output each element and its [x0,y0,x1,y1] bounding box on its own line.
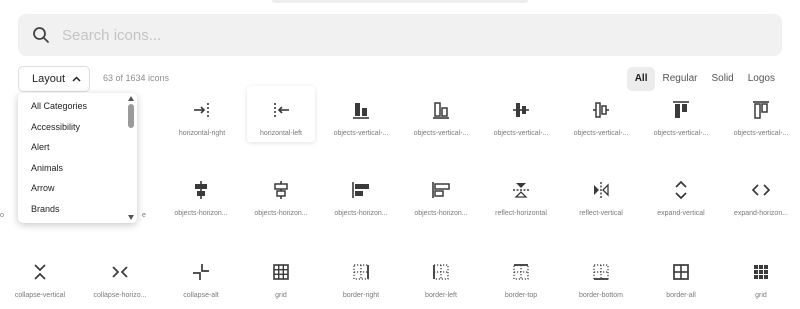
icon-label: objects-horizon... [254,210,308,217]
icon-card[interactable]: border-bottom [561,260,641,309]
collapse-vertical-icon [28,260,52,284]
icon-card[interactable]: horizontal-right [162,98,242,162]
icon-card[interactable]: expand-vertical [641,178,721,242]
icon-label: horizontal-left [259,130,303,137]
icon-card[interactable]: border-left [401,260,481,309]
icon-card[interactable]: objects-horizon... [161,178,241,242]
icon-card[interactable]: objects-horizon... [241,178,321,242]
icon-card[interactable]: objects-horizon... [401,178,481,242]
category-option-animals[interactable]: Animals [18,158,137,179]
icon-card[interactable]: grid [241,260,321,309]
icon-label: reflect-horizontal [495,210,547,217]
objects-horizontal-left-outline-icon [429,178,453,202]
peek-label-left2: e [142,212,146,219]
scroll-down-arrow-icon[interactable] [128,215,134,220]
border-top-icon [509,260,533,284]
icon-card[interactable]: collapse-horizo... [80,260,160,309]
peek-label-left: o [0,212,4,219]
category-option-arrow[interactable]: Arrow [18,178,137,199]
border-left-icon [429,260,453,284]
icon-label: objects-vertical-... [333,130,389,137]
collapse-alt-icon [189,260,213,284]
icon-label: objects-horizon... [334,210,388,217]
objects-vertical-bottom-icon [349,98,373,122]
icon-label: reflect-vertical [579,210,623,217]
icon-card[interactable]: objects-horizon... [321,178,401,242]
icon-card[interactable]: expand-horizon... [721,178,800,242]
icon-card[interactable]: reflect-horizontal [481,178,561,242]
icon-card[interactable]: horizontal-left [241,86,321,162]
objects-vertical-top-outline-icon [749,98,773,122]
scroll-thumb[interactable] [128,104,134,128]
icon-card[interactable]: objects-vertical-... [641,98,721,162]
icon-label: border-top [504,292,538,299]
icon-label: collapse-horizo... [93,292,147,299]
icon-label: border-left [425,292,457,299]
icon-label: expand-vertical [657,210,705,217]
border-bottom-icon [589,260,613,284]
icon-card[interactable]: collapse-vertical [0,260,80,309]
horizontal-left-icon [269,98,293,122]
icon-card[interactable]: border-right [321,260,401,309]
icon-label: objects-horizon... [174,210,228,217]
reflect-horizontal-icon [509,178,533,202]
icon-label: grid [755,292,767,299]
icon-label: border-all [666,292,696,299]
icon-card[interactable]: border-top [481,260,561,309]
collapse-horizontal-icon [108,260,132,284]
objects-vertical-top-icon [669,98,693,122]
icon-label: objects-vertical-... [573,130,629,137]
icon-label: objects-vertical-... [413,130,469,137]
icon-card[interactable]: objects-vertical-... [401,98,481,162]
icon-card[interactable]: objects-vertical-... [561,98,641,162]
objects-vertical-center-icon [509,98,533,122]
objects-vertical-center-outline-icon [589,98,613,122]
icon-card[interactable]: grid [721,260,800,309]
icon-label: objects-vertical-... [733,130,789,137]
icon-label: collapse-alt [183,292,219,299]
icon-label: objects-horizon... [414,210,468,217]
icon-card[interactable]: collapse-alt [161,260,241,309]
icon-label: expand-horizon... [733,210,789,217]
icon-card[interactable]: objects-vertical-... [481,98,561,162]
icon-label: grid [275,292,287,299]
icon-label: border-bottom [579,292,623,299]
category-dropdown-menu: All Categories Accessibility Alert Anima… [18,93,137,223]
horizontal-right-icon [190,98,214,122]
icon-label: objects-vertical-... [653,130,709,137]
category-option-all[interactable]: All Categories [18,96,137,117]
grid-icon [269,260,293,284]
scroll-up-arrow-icon[interactable] [128,96,134,101]
expand-horizontal-icon [749,178,773,202]
expand-vertical-icon [669,178,693,202]
icon-card[interactable]: reflect-vertical [561,178,641,242]
objects-horizontal-center-outline-icon [269,178,293,202]
category-option-brands[interactable]: Brands [18,199,137,220]
objects-horizontal-center-icon [189,178,213,202]
grid-dots-icon [749,260,773,284]
objects-vertical-bottom-outline-icon [429,98,453,122]
icon-label: border-right [342,292,380,299]
icon-card[interactable]: objects-vertical-... [321,98,401,162]
icon-label: collapse-vertical [14,292,66,299]
reflect-vertical-icon [589,178,613,202]
border-all-icon [669,260,693,284]
border-right-icon [349,260,373,284]
category-option-accessibility[interactable]: Accessibility [18,117,137,138]
icon-label: objects-vertical-... [493,130,549,137]
objects-horizontal-left-icon [349,178,373,202]
icon-card[interactable]: border-all [641,260,721,309]
dropdown-scrollbar[interactable] [128,96,134,220]
icon-card[interactable]: objects-vertical-... [721,98,800,162]
category-option-alert[interactable]: Alert [18,137,137,158]
icon-label: horizontal-right [178,130,226,137]
